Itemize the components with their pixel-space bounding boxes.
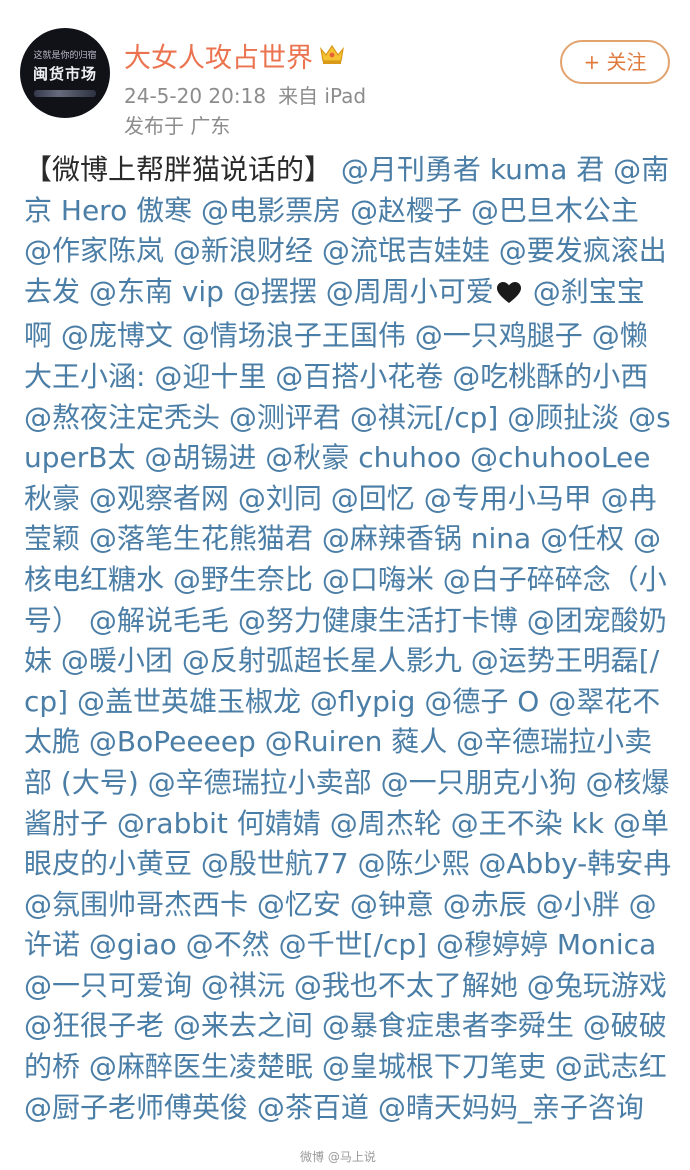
post-source: 来自 iPad xyxy=(278,84,367,108)
mention-link[interactable]: @殷世航77 xyxy=(201,847,349,880)
mention-link[interactable]: @皇城根下刀笔吏 xyxy=(322,1050,546,1083)
mention-link[interactable]: @盖世英雄玉椒龙 xyxy=(77,685,301,718)
mention-link[interactable]: @来去之间 xyxy=(173,1009,313,1042)
mention-link[interactable]: @茶百道 xyxy=(257,1091,369,1124)
mention-link[interactable]: @落笔生花熊猫君 xyxy=(89,522,313,555)
mention-link[interactable]: @穆婷婷 Monica xyxy=(436,928,656,961)
post-timestamp: 24-5-20 20:18 xyxy=(124,84,267,108)
mention-link[interactable]: @赤辰 xyxy=(443,888,527,921)
mention-link[interactable]: @钟意 xyxy=(350,888,434,921)
mention-link[interactable]: @新浪财经 xyxy=(173,234,313,267)
mention-link[interactable]: @麻醉医生凌楚眠 xyxy=(89,1050,313,1083)
post-location: 发布于 广东 xyxy=(124,114,231,138)
mention-link[interactable]: @一只鸡腿子 xyxy=(415,319,583,352)
mention-link[interactable]: @兔玩游戏 xyxy=(527,969,667,1002)
mention-link[interactable]: @胡锡进 xyxy=(144,441,256,474)
mention-link[interactable]: @百搭小花卷 xyxy=(275,360,443,393)
post-body: 【微博上帮胖猫说话的】 @月刊勇者 kuma 君 @南京 Hero 傲寒 @电影… xyxy=(24,150,672,1128)
mention-link[interactable]: @辛德瑞拉小卖部 xyxy=(148,766,372,799)
mention-link[interactable]: @赵樱子 xyxy=(350,194,462,227)
post-meta: 24-5-20 20:18 来自 iPad xyxy=(124,80,366,109)
mention-link[interactable]: @rabbit 何婧婧 xyxy=(117,807,321,840)
mention-link[interactable]: @狂很子老 xyxy=(24,1009,164,1042)
mention-link[interactable]: @任权 xyxy=(540,522,624,555)
mention-link[interactable]: @顾扯淡 xyxy=(507,401,619,434)
mention-link[interactable]: @庞博文 xyxy=(61,319,173,352)
mention-link[interactable]: @巴旦木公主 xyxy=(471,194,639,227)
mention-link[interactable]: @氛围帅哥杰西卡 xyxy=(24,888,248,921)
mention-link[interactable]: @麻辣香锅 nina xyxy=(322,522,531,555)
crown-badge-icon xyxy=(319,41,345,72)
watermark: 微博 @马上说 xyxy=(300,1150,376,1164)
mention-link[interactable]: @不然 xyxy=(186,928,270,961)
mention-link[interactable]: @迎十里 xyxy=(154,360,266,393)
mention-link[interactable]: @小胖 xyxy=(536,888,620,921)
mention-link[interactable]: @千世[/cp] xyxy=(279,928,427,961)
mention-link[interactable]: @电影票房 xyxy=(201,194,341,227)
avatar[interactable]: 这就是你的归宿 闽货市场 xyxy=(20,28,110,118)
mention-link[interactable]: @作家陈岚 xyxy=(24,234,164,267)
mention-link[interactable]: @反射弧超长星人影九 xyxy=(182,644,462,677)
mention-link[interactable]: @回忆 xyxy=(331,482,415,515)
mention-link[interactable]: @月刊勇者 kuma 君 xyxy=(341,153,604,186)
mention-link[interactable]: @flypig xyxy=(310,685,416,718)
mention-link[interactable]: @刘同 xyxy=(238,482,322,515)
avatar-title: 闽货市场 xyxy=(32,65,97,83)
black-heart-icon xyxy=(496,276,522,317)
mention-link[interactable]: @祺沅 xyxy=(201,969,285,1002)
mention-link[interactable]: @王不染 kk xyxy=(451,807,604,840)
mention-link[interactable]: @一只朋克小狗 xyxy=(381,766,577,799)
mention-link[interactable]: @晴天妈妈_亲子咨询 xyxy=(378,1091,644,1124)
mention-link[interactable]: @观察者网 xyxy=(89,482,229,515)
follow-button[interactable]: + 关注 xyxy=(560,40,670,84)
mention-link[interactable]: @熬夜注定秃头 xyxy=(24,401,220,434)
mention-link[interactable]: @努力健康生活打卡博 xyxy=(238,604,518,637)
mention-link[interactable]: @忆安 xyxy=(257,888,341,921)
mention-link[interactable]: @我也不太了解她 xyxy=(294,969,518,1002)
mention-link[interactable]: @秋豪 chuhoo xyxy=(265,441,461,474)
mention-link[interactable]: @暖小团 xyxy=(61,644,173,677)
mention-link[interactable]: @吃桃酥的小西 xyxy=(452,360,648,393)
mention-link[interactable]: @陈少熙 xyxy=(357,847,469,880)
mention-link[interactable]: @周杰轮 xyxy=(330,807,442,840)
mention-link[interactable]: @giao xyxy=(89,928,177,961)
mention-link[interactable]: @情场浪子王国伟 xyxy=(182,319,406,352)
avatar-caption: 这就是你的归宿 xyxy=(33,51,97,61)
mention-link[interactable]: @祺沅[/cp] xyxy=(350,401,498,434)
mention-link[interactable]: @武志红 xyxy=(555,1050,667,1083)
mention-link[interactable]: @Ruiren 蕤人 xyxy=(265,725,448,758)
mention-link[interactable]: @德子 O xyxy=(424,685,539,718)
user-name[interactable]: 大女人攻占世界 xyxy=(124,36,345,75)
mention-link[interactable]: @东南 vip xyxy=(89,275,224,308)
post-header: 这就是你的归宿 闽货市场 大女人攻占世界 24-5-20 20:18 来自 iPa… xyxy=(0,0,690,150)
mention-link[interactable]: @周周小可爱 xyxy=(326,275,494,308)
mention-link[interactable]: @流氓吉娃娃 xyxy=(322,234,490,267)
mention-link[interactable]: @一只可爱询 xyxy=(24,969,192,1002)
mention-link[interactable]: @BoPeeeep xyxy=(89,725,256,758)
mention-link[interactable]: @摆摆 xyxy=(233,275,317,308)
mention-link[interactable]: @专用小马甲 xyxy=(424,482,592,515)
mention-link[interactable]: @解说毛毛 xyxy=(89,604,229,637)
mention-link[interactable]: @野生奈比 xyxy=(173,563,313,596)
mention-link[interactable]: @口嗨米 xyxy=(322,563,434,596)
mention-link[interactable]: @Abby-韩安冉 xyxy=(478,847,671,880)
avatar-decoration xyxy=(34,90,96,97)
user-name-text: 大女人攻占世界 xyxy=(124,43,313,74)
mention-link[interactable]: @测评君 xyxy=(229,401,341,434)
mention-link[interactable]: @暴食症患者李舜生 xyxy=(322,1009,574,1042)
post-intro: 【微博上帮胖猫说话的】 xyxy=(24,153,333,186)
mention-link[interactable]: @厨子老师傅英俊 xyxy=(24,1091,248,1124)
